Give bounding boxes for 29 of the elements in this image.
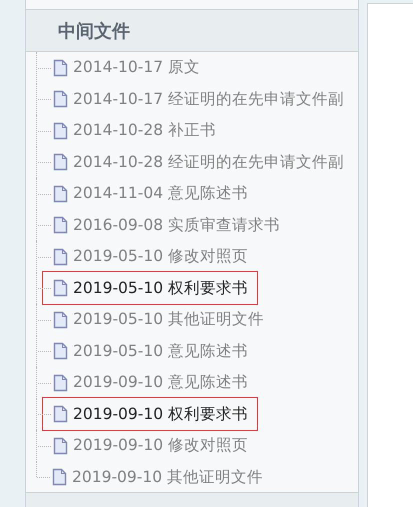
section-title: 中间文件 [58, 20, 130, 42]
document-icon [53, 58, 68, 77]
file-item[interactable]: 2014-10-28 补正书 [42, 114, 226, 148]
file-item[interactable]: 2019-09-10 权利要求书 [42, 397, 258, 432]
document-icon [53, 279, 68, 298]
document-icon [53, 90, 68, 108]
file-item[interactable]: 2019-05-10 修改对照页 [42, 240, 258, 274]
file-item[interactable]: 2016-09-08 实质审查请求书 [42, 208, 290, 242]
file-item[interactable]: 2019-09-10 意见陈述书 [42, 366, 258, 400]
document-icon [53, 342, 68, 360]
document-icon [53, 436, 68, 455]
file-item[interactable]: 2019-05-10 其他证明文件 [42, 302, 274, 337]
file-item[interactable]: 2019-05-10 权利要求书 [42, 271, 258, 306]
file-item[interactable]: 2014-10-28 经证明的在先申请文件副 [42, 145, 354, 180]
document-icon [53, 122, 68, 140]
document-icon [53, 374, 68, 392]
document-icon [53, 405, 68, 424]
file-item[interactable]: 2014-10-17 经证明的在先申请文件副 [42, 82, 354, 116]
file-item[interactable]: 2019-05-10 意见陈述书 [42, 334, 258, 368]
document-icon [53, 310, 68, 329]
document-icon [53, 216, 68, 234]
file-item[interactable]: 2019-09-10 其他证明文件 [41, 460, 274, 494]
document-icon [53, 248, 68, 266]
file-item[interactable]: 2014-11-04 意见陈述书 [42, 176, 258, 211]
file-item[interactable]: 2019-09-10 修改对照页 [42, 428, 258, 463]
document-icon [52, 468, 67, 486]
document-icon [53, 153, 68, 172]
document-icon [53, 184, 68, 203]
file-item[interactable]: 2014-10-17 原文 [42, 50, 210, 85]
